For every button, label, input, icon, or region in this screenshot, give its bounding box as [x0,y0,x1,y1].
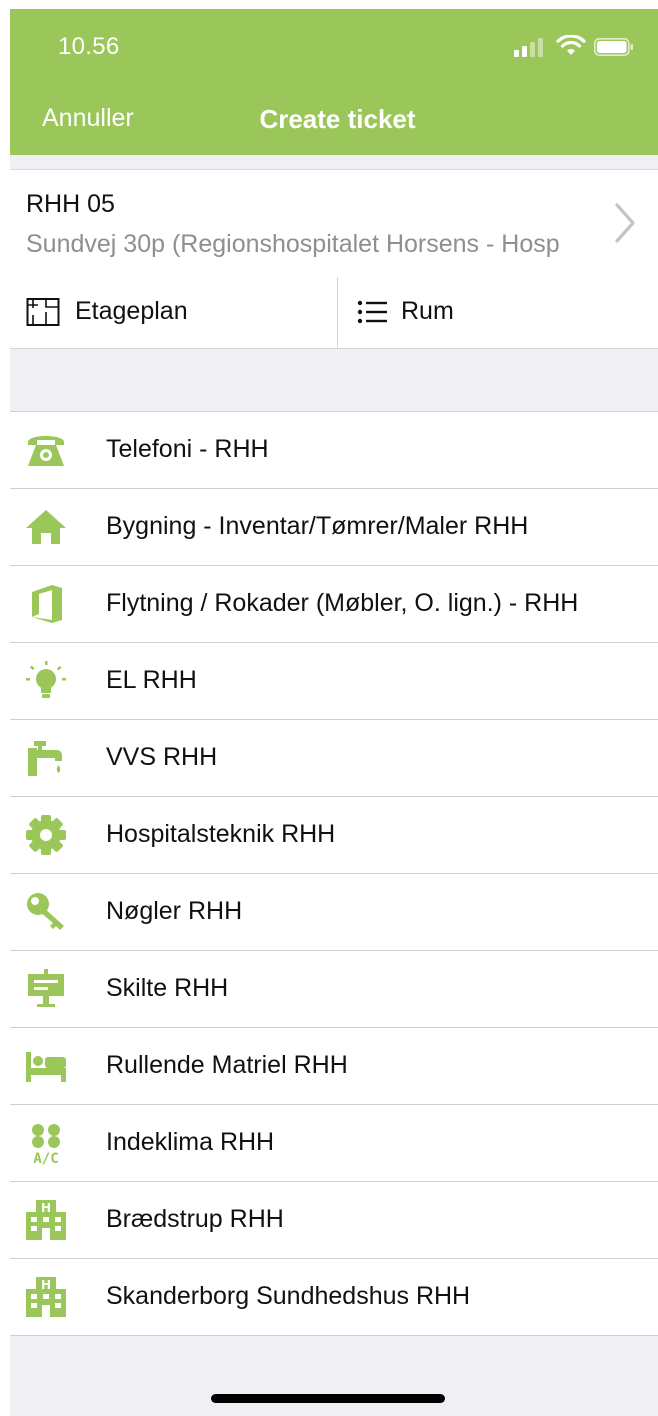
list-item-label: Nøgler RHH [106,897,243,925]
location-selector[interactable]: RHH 05 Sundvej 30p (Regionshospitalet Ho… [10,169,658,278]
air-conditioner-icon: A/C [32,1124,60,1165]
list-item[interactable]: H Skanderborg Sundhedshus RHH [10,1259,658,1336]
list-item[interactable]: VVS RHH [10,720,658,797]
list-item[interactable]: Rullende Matriel RHH [10,1028,658,1105]
key-icon [27,893,64,930]
chevron-right-icon [615,203,635,243]
svg-text:H: H [41,1201,51,1215]
location-title: RHH 05 [26,190,115,218]
list-item[interactable]: Nøgler RHH [10,874,658,951]
list-item[interactable]: EL RHH [10,643,658,720]
office-icon [32,585,62,623]
location-subtitle: Sundvej 30p (Regionshospitalet Horsens -… [26,230,560,258]
list-item[interactable]: H Brædstrup RHH [10,1182,658,1259]
hospital-icon: H [26,1200,66,1240]
svg-text:A/C: A/C [33,1151,58,1165]
page-title: Create ticket [259,104,416,134]
app-screen: 10.56 Annuller Create ticket RHH 05 Sund… [10,9,658,1416]
list-item[interactable]: Skilte RHH [10,951,658,1028]
floorplan-label: Etageplan [75,297,188,325]
faucet-icon [28,741,62,776]
bed-icon [26,1052,66,1082]
cellular-signal-icon [514,38,543,57]
list-item-label: EL RHH [106,666,197,694]
signboard-icon [28,969,64,1007]
battery-icon [594,38,633,56]
list-item-label: Rullende Matriel RHH [106,1051,348,1079]
list-item-label: Bygning - Inventar/Tømrer/Maler RHH [106,512,529,540]
phone-icon [28,436,64,466]
list-item[interactable]: A/C Indeklima RHH [10,1105,658,1182]
wifi-icon [556,35,586,55]
list-item-label: VVS RHH [106,743,218,771]
list-item-label: Hospitalsteknik RHH [106,820,336,848]
list-item-label: Skanderborg Sundhedshus RHH [106,1282,471,1310]
lightbulb-icon [26,661,66,698]
status-time: 10.56 [58,33,120,60]
list-item-label: Skilte RHH [106,974,229,1002]
list-item-label: Flytning / Rokader (Møbler, O. lign.) - … [106,589,579,617]
view-switcher: Etageplan Rum [10,277,658,349]
list-item-label: Telefoni - RHH [106,435,269,463]
list-item[interactable]: Telefoni - RHH [10,412,658,489]
category-list: Telefoni - RHH Bygning - Inventar/Tømrer… [10,411,658,1336]
svg-text:H: H [41,1278,51,1292]
home-icon [26,510,66,544]
gear-icon [26,815,66,855]
hospital-icon: H [26,1277,66,1317]
list-item-label: Brædstrup RHH [106,1205,284,1233]
list-item[interactable]: Hospitalsteknik RHH [10,797,658,874]
home-indicator[interactable] [211,1394,445,1403]
navigation-bar: 10.56 Annuller Create ticket [10,9,658,155]
floorplan-button[interactable]: Etageplan [10,277,338,348]
list-item[interactable]: Flytning / Rokader (Møbler, O. lign.) - … [10,566,658,643]
list-item-label: Indeklima RHH [106,1128,275,1156]
rooms-label: Rum [401,297,454,325]
floorplan-icon [26,298,60,326]
list-item[interactable]: Bygning - Inventar/Tømrer/Maler RHH [10,489,658,566]
list-icon [357,300,387,324]
rooms-button[interactable]: Rum [338,277,658,348]
